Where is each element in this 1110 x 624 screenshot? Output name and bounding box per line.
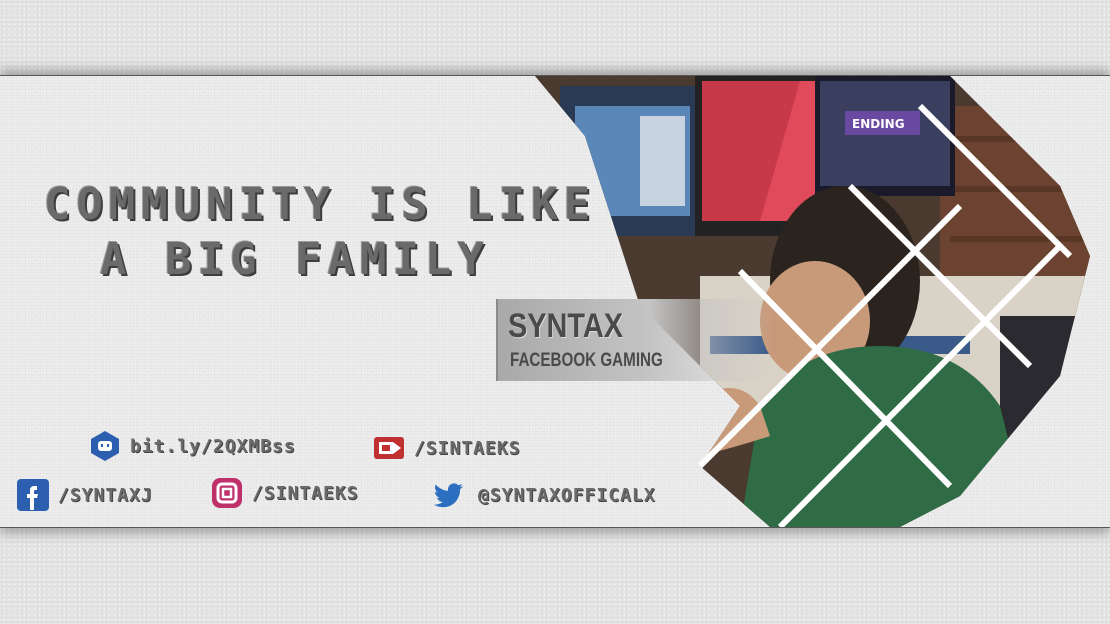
social-facebook[interactable]: /SYNTAXJ <box>16 478 153 512</box>
brand-name: SYNTAX <box>508 307 624 345</box>
streaming-icon <box>374 437 404 459</box>
discord-link-text: bit.ly/2QXMBss <box>130 435 296 457</box>
discord-icon <box>91 431 119 461</box>
twitter-icon <box>433 483 463 508</box>
social-streaming[interactable]: /SINTAEKS <box>372 431 521 465</box>
twitter-handle-text: @SYNTAXOFFICALX <box>478 484 656 506</box>
headline-line-1: COMMUNITY IS LIKE <box>43 179 597 230</box>
brand-subtitle: FACEBOOK GAMING <box>510 350 663 371</box>
social-instagram[interactable]: /SINTAEKS <box>210 476 359 510</box>
social-twitter[interactable]: @SYNTAXOFFICALX <box>426 478 656 512</box>
instagram-handle-text: /SINTAEKS <box>252 482 359 504</box>
screen-ending-text: ENDING <box>852 117 905 131</box>
channel-banner: ENDING COMMUNITY IS LIKE A BIG FAMILY SY… <box>0 75 1110 528</box>
facebook-icon <box>17 479 49 511</box>
instagram-icon <box>212 478 242 508</box>
facebook-handle-text: /SYNTAXJ <box>58 484 153 506</box>
streaming-handle-text: /SINTAEKS <box>414 437 521 459</box>
brand-badge: SYNTAX FACEBOOK GAMING <box>496 299 773 381</box>
headline-line-2: A BIG FAMILY <box>100 234 490 285</box>
social-discord[interactable]: bit.ly/2QXMBss <box>88 429 296 463</box>
